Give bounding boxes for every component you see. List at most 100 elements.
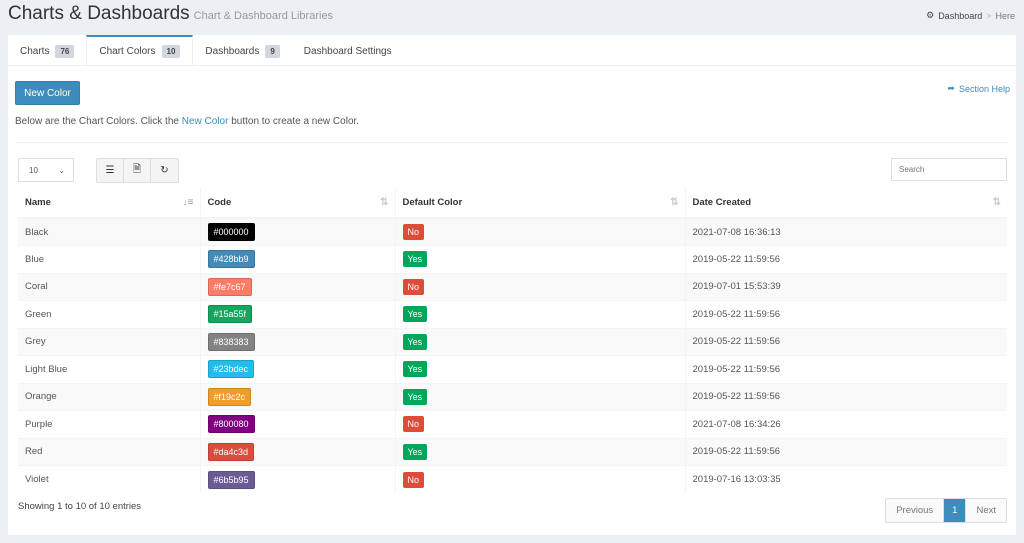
color-name-cell: Blue [18, 245, 200, 273]
chevron-down-icon: ⌄ [58, 165, 65, 175]
tab-dashboards[interactable]: Dashboards 9 [193, 35, 291, 65]
date-created-cell: 2019-05-22 11:59:56 [684, 245, 1007, 273]
intro-after: button to create a new Color. [228, 116, 360, 127]
default-badge: Yes [402, 251, 428, 268]
date-created: 2019-07-16 13:03:35 [692, 474, 781, 485]
new-color-button[interactable]: New Color [15, 81, 80, 105]
color-name: Black [25, 226, 49, 238]
default-badge-cell: No [394, 465, 685, 493]
color-code-swatch: #838383 [207, 332, 255, 351]
table-row[interactable]: Purple #800080 No 2021-07-08 16:34:26 [18, 410, 1007, 438]
intro-text: Below are the Chart Colors. Click the Ne… [15, 116, 359, 127]
default-badge-cell: Yes [394, 245, 685, 273]
default-badge: No [402, 471, 425, 488]
tab-label: Dashboards [205, 45, 260, 57]
table-info: Showing 1 to 10 of 10 entries [18, 501, 142, 512]
column-header-name[interactable]: Name ↓≡ [18, 188, 200, 219]
page-length-select[interactable]: 10 ⌄ [18, 158, 74, 182]
date-created-cell: 2019-05-22 11:59:56 [684, 382, 1007, 411]
date-created-cell: 2019-05-22 11:59:56 [684, 300, 1007, 328]
column-header-default-color[interactable]: Default Color ⇅ [394, 188, 685, 219]
page-title: Charts & Dashboards Chart & Dashboard Lib… [8, 3, 333, 25]
color-name: Green [25, 308, 52, 320]
date-created-cell: 2021-07-08 16:36:13 [684, 217, 1007, 246]
sort-icon: ⇅ [670, 197, 679, 208]
column-header-date-created[interactable]: Date Created ⇅ [684, 188, 1007, 219]
table-row[interactable]: Coral #fe7c67 No 2019-07-01 15:53:39 [18, 272, 1007, 301]
table-row[interactable]: Blue #428bb9 Yes 2019-05-22 11:59:56 [18, 245, 1007, 273]
date-created: 2021-07-08 16:36:13 [692, 226, 781, 238]
color-name: Grey [25, 336, 46, 348]
color-name: Purple [25, 418, 53, 430]
sort-icon: ⇅ [380, 197, 389, 208]
default-badge-cell: Yes [394, 327, 685, 356]
count-badge: 9 [265, 44, 280, 58]
sort-icon: ⇅ [992, 197, 1001, 208]
color-name: Orange [25, 391, 57, 403]
column-header-code[interactable]: Code ⇅ [199, 188, 395, 219]
color-code-swatch-cell: #da4c3d [199, 437, 395, 466]
breadcrumb-home[interactable]: Dashboard [938, 11, 982, 21]
color-code-swatch: #da4c3d [207, 442, 255, 461]
color-code-swatch: #23bdec [207, 360, 255, 379]
date-created-cell: 2019-07-16 13:03:35 [684, 465, 1007, 493]
previous-page-button[interactable]: Previous [886, 499, 945, 522]
section-help-link[interactable]: ➦ Section Help [947, 83, 1010, 94]
date-created-cell: 2019-07-01 15:53:39 [684, 272, 1007, 301]
default-badge: Yes [402, 361, 428, 378]
tab-label: Charts [20, 45, 50, 57]
pagination: Previous 1 Next [885, 498, 1007, 523]
color-code-swatch: #15a55f [207, 305, 253, 324]
tab-label: Chart Colors [99, 45, 156, 57]
color-name: Blue [25, 253, 45, 265]
color-name: Light Blue [25, 363, 68, 375]
table-row[interactable]: Green #15a55f Yes 2019-05-22 11:59:56 [18, 300, 1007, 328]
date-created: 2019-05-22 11:59:56 [692, 336, 781, 348]
table-row[interactable]: Red #da4c3d Yes 2019-05-22 11:59:56 [18, 437, 1007, 466]
color-code-swatch-cell: #6b5b95 [199, 465, 395, 493]
tab-label: Dashboard Settings [303, 45, 392, 57]
table-row[interactable]: Grey #838383 Yes 2019-05-22 11:59:56 [18, 327, 1007, 356]
title-text: Charts & Dashboards [8, 3, 190, 24]
color-name: Coral [25, 281, 48, 293]
table-row[interactable]: Violet #6b5b95 No 2019-07-16 13:03:35 [18, 465, 1007, 493]
column-visibility-button[interactable]: ☰ [97, 159, 124, 182]
default-badge-cell: Yes [394, 355, 685, 383]
page-1-button[interactable]: 1 [944, 499, 967, 522]
default-badge: Yes [402, 306, 428, 323]
section-help-label: Section Help [958, 83, 1010, 94]
color-code-swatch: #fe7c67 [207, 277, 252, 296]
refresh-icon: ↻ [160, 165, 169, 176]
colors-table: Name ↓≡ Code ⇅ Default Color ⇅ Date Created… [18, 188, 1007, 493]
refresh-button[interactable]: ↻ [151, 159, 178, 182]
date-created: 2021-07-08 16:34:26 [692, 418, 781, 430]
count-badge: 10 [161, 44, 181, 58]
next-page-button[interactable]: Next [966, 499, 1006, 522]
search-input[interactable] [891, 158, 1007, 181]
header-label: Date Created [692, 197, 752, 208]
tab-chart-colors[interactable]: Chart Colors 10 [86, 35, 194, 65]
color-name-cell: Orange [18, 382, 200, 411]
default-badge-cell: No [394, 410, 685, 438]
tab-dashboard-settings[interactable]: Dashboard Settings [292, 35, 404, 65]
count-badge: 76 [55, 44, 75, 58]
header-label: Default Color [402, 197, 463, 208]
new-color-link[interactable]: New Color [182, 116, 229, 127]
content-box: Charts 76 Chart Colors 10 Dashboards 9 Dash… [8, 35, 1016, 535]
date-created: 2019-05-22 11:59:56 [692, 253, 781, 265]
table-row[interactable]: Orange #f19c2c Yes 2019-05-22 11:59:56 [18, 382, 1007, 411]
color-name: Violet [25, 474, 49, 485]
table-tools: ☰ 🗎 ↻ [96, 158, 179, 183]
default-badge-cell: Yes [394, 300, 685, 328]
color-name-cell: Grey [18, 327, 200, 356]
color-code-swatch-cell: #15a55f [199, 300, 395, 328]
breadcrumb: ⚙ Dashboard > Here [926, 10, 1015, 21]
export-excel-button[interactable]: 🗎 [124, 159, 151, 182]
color-name-cell: Coral [18, 272, 200, 301]
date-created-cell: 2021-07-08 16:34:26 [684, 410, 1007, 438]
color-code-swatch-cell: #000000 [199, 217, 395, 246]
table-row[interactable]: Light Blue #23bdec Yes 2019-05-22 11:59:56 [18, 355, 1007, 383]
tab-charts[interactable]: Charts 76 [8, 35, 86, 65]
default-badge-cell: No [394, 217, 685, 246]
table-row[interactable]: Black #000000 No 2021-07-08 16:36:13 [18, 217, 1007, 246]
